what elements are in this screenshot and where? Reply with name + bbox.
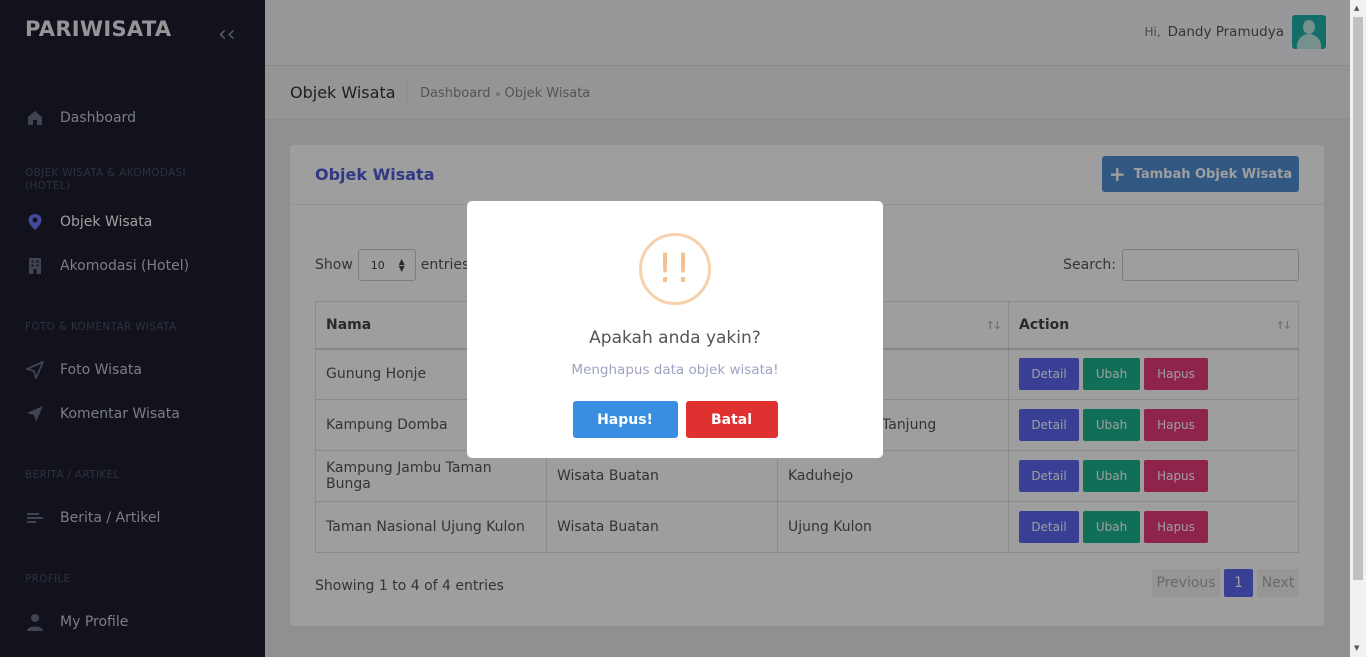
cancel-button[interactable]: Batal: [685, 401, 778, 438]
dialog-title: Apakah anda yakin?: [589, 328, 761, 348]
scrollbar-thumb[interactable]: [1353, 17, 1363, 580]
dialog-message: Menghapus data objek wisata!: [571, 362, 779, 378]
confirm-delete-button[interactable]: Hapus!: [572, 401, 678, 438]
scroll-up-icon[interactable]: ▲: [1354, 4, 1359, 12]
dialog-actions: Hapus! Batal: [467, 401, 883, 438]
warning-icon: !!: [639, 233, 711, 305]
scroll-down-icon[interactable]: ▼: [1354, 644, 1359, 652]
confirm-delete-dialog: !! Apakah anda yakin? Menghapus data obj…: [467, 201, 883, 458]
page-scrollbar[interactable]: ▲ ▼: [1350, 0, 1366, 657]
